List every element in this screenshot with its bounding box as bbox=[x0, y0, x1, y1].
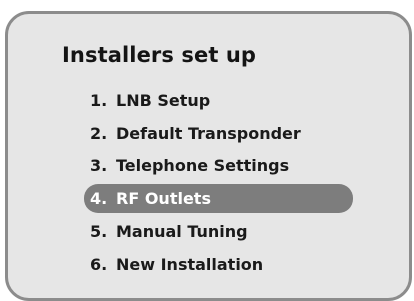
menu-item-number: 2. bbox=[90, 124, 108, 143]
menu-item-label: LNB Setup bbox=[116, 91, 211, 110]
menu-item-label: RF Outlets bbox=[116, 189, 211, 208]
installers-menu-panel: Installers set up 1. LNB Setup 2. Default … bbox=[5, 11, 412, 301]
menu-item-number: 3. bbox=[90, 156, 108, 175]
menu-item-label: Default Transponder bbox=[116, 124, 301, 143]
menu-item-number: 5. bbox=[90, 222, 108, 241]
menu-item-label: Manual Tuning bbox=[116, 222, 248, 241]
menu-item-label: Telephone Settings bbox=[116, 156, 290, 175]
menu-item-label: New Installation bbox=[116, 255, 264, 274]
menu-item-manual-tuning[interactable]: 5. Manual Tuning bbox=[90, 217, 248, 246]
menu-item-number: 1. bbox=[90, 91, 108, 110]
menu-item-number: 4. bbox=[90, 189, 108, 208]
menu-item-rf-outlets[interactable]: 4. RF Outlets bbox=[84, 184, 353, 213]
menu-item-new-installation[interactable]: 6. New Installation bbox=[90, 250, 263, 279]
installers-menu-list: 1. LNB Setup 2. Default Transponder 3. Tele… bbox=[8, 14, 409, 298]
menu-item-default-transponder[interactable]: 2. Default Transponder bbox=[90, 119, 301, 148]
menu-item-telephone-settings[interactable]: 3. Telephone Settings bbox=[90, 151, 289, 180]
menu-item-number: 6. bbox=[90, 255, 108, 274]
menu-item-lnb-setup[interactable]: 1. LNB Setup bbox=[90, 86, 210, 115]
